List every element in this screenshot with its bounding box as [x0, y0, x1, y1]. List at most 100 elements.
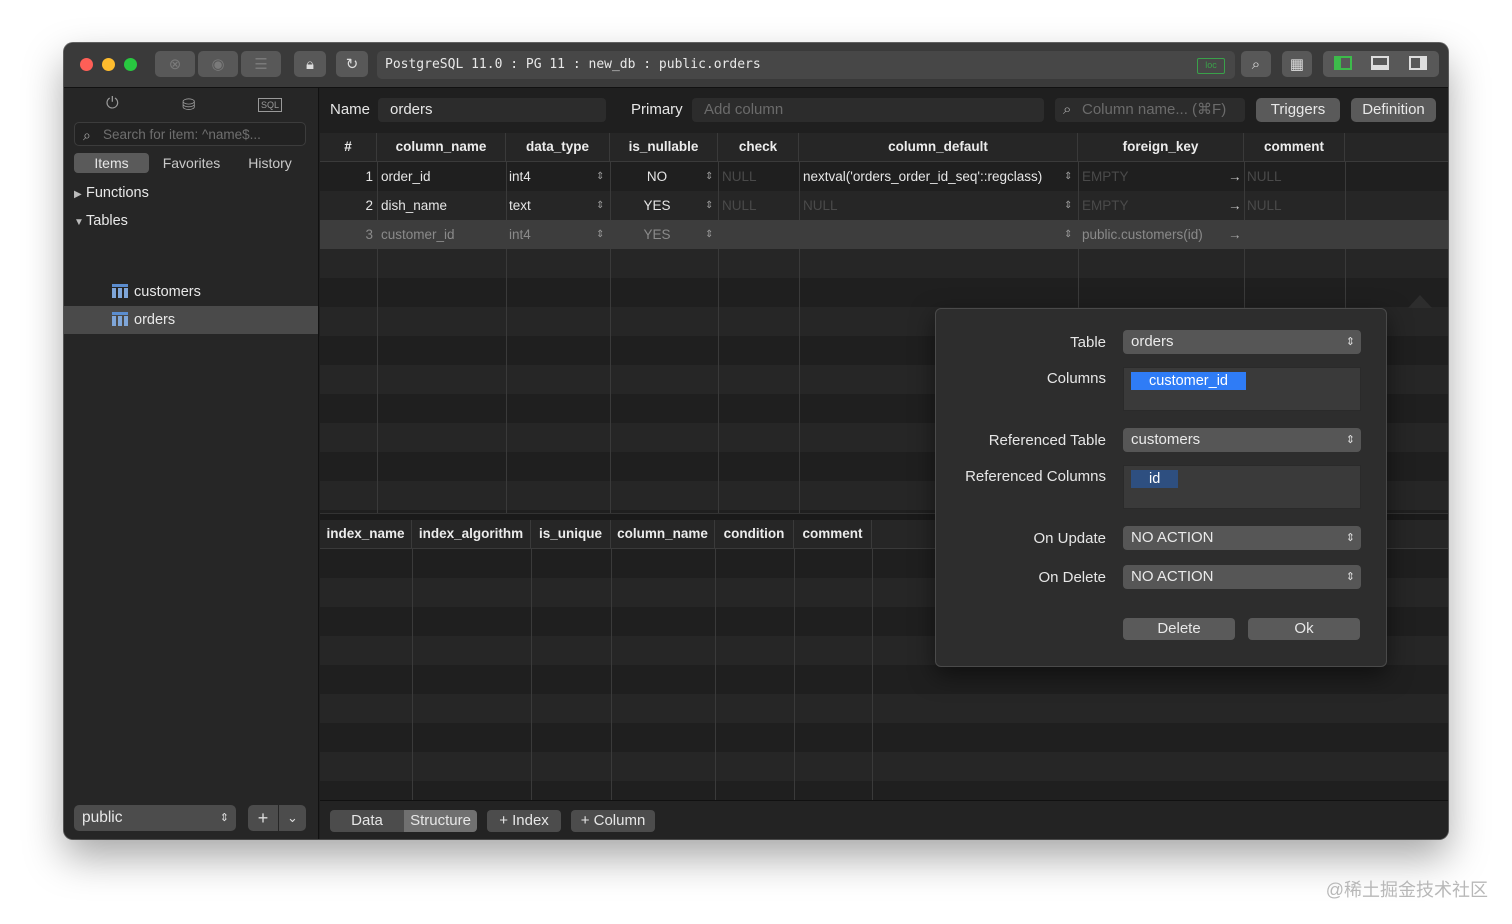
sidebar-item-customers[interactable]: customers: [112, 284, 201, 300]
arrow-right-icon[interactable]: →: [1228, 162, 1242, 191]
columns-header-row: # column_name data_type is_nullable chec…: [320, 133, 1448, 162]
fk-ok-button[interactable]: Ok: [1248, 618, 1360, 640]
tab-history[interactable]: History: [234, 153, 306, 173]
add-item-button[interactable]: +: [248, 805, 278, 831]
stepper-icon[interactable]: ⇕: [596, 162, 604, 191]
check-cell[interactable]: NULL: [722, 162, 792, 191]
tab-items[interactable]: Items: [74, 153, 149, 173]
close-window-button[interactable]: [80, 58, 93, 71]
table-name: orders: [134, 312, 176, 328]
col-header[interactable]: data_type: [506, 133, 610, 161]
table-row[interactable]: 2 dish_name text ⇕ YES ⇕ NULL NULL ⇕ EMP…: [320, 191, 1448, 220]
col-header[interactable]: check: [718, 133, 799, 161]
toggle-left-panel-icon[interactable]: [1334, 56, 1352, 70]
index-col-header[interactable]: column_name: [611, 520, 715, 548]
toggle-bottom-panel-icon[interactable]: [1371, 56, 1389, 70]
default-cell[interactable]: nextval('orders_order_id_seq'::regclass): [803, 162, 1063, 191]
refresh-button[interactable]: ↻: [336, 51, 368, 77]
data-type-cell[interactable]: int4: [509, 162, 589, 191]
column-search-input[interactable]: ⌕ Column name... (⌘F): [1055, 98, 1245, 122]
arrow-right-icon[interactable]: →: [1228, 220, 1242, 249]
stop-button[interactable]: ⊗: [155, 51, 195, 77]
lock-button[interactable]: 🔒︎: [294, 51, 326, 77]
toggle-right-panel-icon[interactable]: [1409, 56, 1427, 70]
disclosure-down-icon[interactable]: ▼: [74, 217, 86, 228]
tree-functions[interactable]: ▶ Functions: [74, 185, 149, 201]
grid-divider: [611, 549, 612, 800]
foreign-key-cell[interactable]: public.customers(id): [1082, 220, 1222, 249]
comment-cell[interactable]: NULL: [1247, 162, 1337, 191]
add-index-button[interactable]: + Index: [487, 810, 561, 832]
table-row-selected[interactable]: 3 customer_id int4 ⇕ YES ⇕ ⇕ public.cust…: [320, 220, 1448, 249]
nullable-cell[interactable]: YES: [610, 191, 704, 220]
stepper-icon[interactable]: ⇕: [596, 220, 604, 249]
tree-tables[interactable]: ▼ Tables: [74, 213, 128, 229]
table-name-field[interactable]: orders: [378, 98, 606, 122]
column-name-cell[interactable]: order_id: [381, 162, 501, 191]
index-col-header[interactable]: condition: [715, 520, 794, 548]
fk-table-select[interactable]: orders ⇕: [1123, 330, 1361, 354]
col-header[interactable]: is_nullable: [610, 133, 718, 161]
add-column-button[interactable]: + Column: [571, 810, 655, 832]
col-header[interactable]: column_default: [799, 133, 1078, 161]
stepper-icon[interactable]: ⇕: [705, 220, 713, 249]
connection-icon[interactable]: ⏻: [106, 95, 119, 113]
arrow-right-icon[interactable]: →: [1228, 191, 1242, 220]
fk-ref-column-chip[interactable]: id: [1131, 470, 1179, 488]
col-header[interactable]: #: [320, 133, 377, 161]
sidebar-search-input[interactable]: ⌕ Search for item: ^name$...: [74, 122, 306, 146]
index-col-header[interactable]: is_unique: [531, 520, 611, 548]
col-header[interactable]: foreign_key: [1078, 133, 1244, 161]
stepper-icon[interactable]: ⇕: [1064, 220, 1072, 249]
triggers-button[interactable]: Triggers: [1256, 98, 1340, 122]
stepper-icon[interactable]: ⇕: [596, 191, 604, 220]
sql-query-icon[interactable]: SQL: [258, 98, 283, 112]
zoom-window-button[interactable]: [124, 58, 137, 71]
definition-button[interactable]: Definition: [1351, 98, 1436, 122]
tab-structure[interactable]: Structure: [404, 810, 477, 832]
nullable-cell[interactable]: YES: [610, 220, 704, 249]
fk-ref-table-value: customers: [1131, 431, 1201, 448]
fk-columns-list[interactable]: customer_id: [1123, 367, 1361, 411]
fk-ref-table-select[interactable]: customers ⇕: [1123, 428, 1361, 452]
stepper-icon[interactable]: ⇕: [1064, 162, 1072, 191]
comment-cell[interactable]: NULL: [1247, 191, 1337, 220]
default-cell[interactable]: NULL: [803, 191, 1063, 220]
check-cell[interactable]: NULL: [722, 191, 792, 220]
foreign-key-cell[interactable]: EMPTY: [1082, 191, 1222, 220]
nullable-cell[interactable]: NO: [610, 162, 704, 191]
grid-view-button[interactable]: ▦: [1282, 51, 1312, 77]
stepper-icon[interactable]: ⇕: [1064, 191, 1072, 220]
console-button[interactable]: ☰: [241, 51, 281, 77]
preview-button[interactable]: ◉: [198, 51, 238, 77]
column-name-cell[interactable]: customer_id: [381, 220, 501, 249]
index-col-header[interactable]: index_algorithm: [412, 520, 531, 548]
tab-favorites[interactable]: Favorites: [154, 153, 229, 173]
add-menu-chevron[interactable]: ⌄: [279, 805, 306, 831]
fk-on-update-select[interactable]: NO ACTION ⇕: [1123, 526, 1361, 550]
tab-data[interactable]: Data: [330, 810, 404, 832]
minimize-window-button[interactable]: [102, 58, 115, 71]
foreign-key-cell[interactable]: EMPTY: [1082, 162, 1222, 191]
data-type-cell[interactable]: int4: [509, 220, 589, 249]
fk-column-chip[interactable]: customer_id: [1131, 372, 1246, 390]
database-icon[interactable]: ⛁: [182, 95, 195, 115]
fk-on-delete-select[interactable]: NO ACTION ⇕: [1123, 565, 1361, 589]
primary-key-field[interactable]: Add column: [692, 98, 1044, 122]
row-number: 3: [365, 227, 373, 242]
fk-ref-columns-list[interactable]: id: [1123, 465, 1361, 509]
schema-select[interactable]: public ⇕: [74, 805, 236, 831]
search-button[interactable]: ⌕: [1241, 51, 1271, 77]
stepper-icon[interactable]: ⇕: [705, 191, 713, 220]
index-col-header[interactable]: index_name: [320, 520, 412, 548]
sidebar-item-orders[interactable]: orders: [112, 312, 175, 328]
data-type-cell[interactable]: text: [509, 191, 589, 220]
col-header[interactable]: comment: [1244, 133, 1345, 161]
table-row[interactable]: 1 order_id int4 ⇕ NO ⇕ NULL nextval('ord…: [320, 162, 1448, 191]
col-header[interactable]: column_name: [377, 133, 506, 161]
disclosure-right-icon[interactable]: ▶: [74, 189, 86, 200]
stepper-icon[interactable]: ⇕: [705, 162, 713, 191]
fk-delete-button[interactable]: Delete: [1123, 618, 1235, 640]
column-name-cell[interactable]: dish_name: [381, 191, 501, 220]
index-col-header[interactable]: comment: [794, 520, 872, 548]
